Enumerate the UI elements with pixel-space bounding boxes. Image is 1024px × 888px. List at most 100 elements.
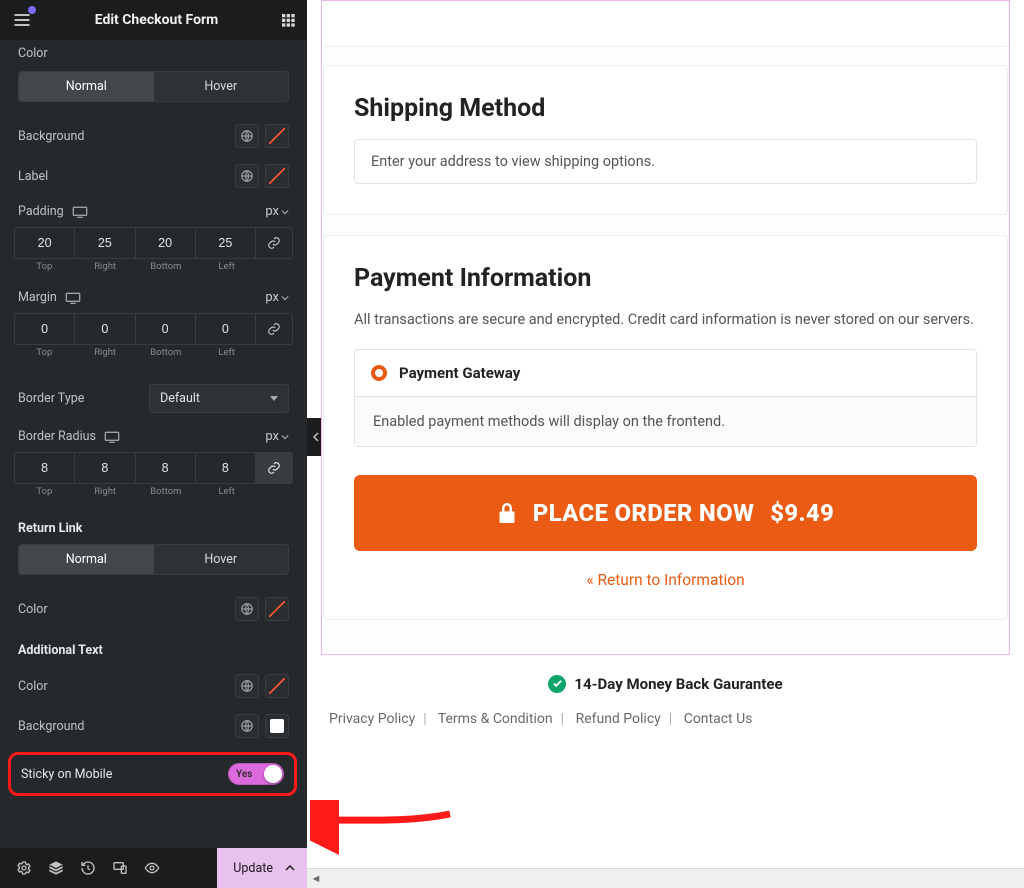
globe-icon[interactable] <box>235 597 259 621</box>
tab-normal[interactable]: Normal <box>19 545 154 574</box>
return-link-heading: Return Link <box>0 507 307 544</box>
border-type-select[interactable]: Default <box>149 384 289 413</box>
editor-panel: Edit Checkout Form Color Normal Hover Ba… <box>0 0 307 888</box>
guarantee-line: 14-Day Money Back Gaurantee <box>307 675 1024 693</box>
notification-dot <box>28 6 36 14</box>
panel-body[interactable]: Color Normal Hover Background Label Padd… <box>0 40 307 848</box>
link-privacy[interactable]: Privacy Policy <box>329 711 415 727</box>
radius-left-input[interactable] <box>196 453 255 483</box>
scroll-left-icon[interactable]: ◄ <box>307 872 325 885</box>
padding-link-toggle[interactable] <box>256 228 292 258</box>
place-order-button[interactable]: PLACE ORDER NOW $9.49 <box>354 475 977 551</box>
color-picker-button[interactable] <box>265 164 289 188</box>
panel-title: Edit Checkout Form <box>95 12 219 28</box>
payment-gateway-label: Payment Gateway <box>399 364 520 382</box>
history-icon[interactable] <box>72 848 104 888</box>
radius-bottom-input[interactable] <box>136 453 195 483</box>
margin-left-input[interactable] <box>196 314 255 344</box>
panel-header: Edit Checkout Form <box>0 0 307 40</box>
payment-title: Payment Information <box>354 264 977 293</box>
caret-down-icon <box>270 396 278 401</box>
margin-bottom-input[interactable] <box>136 314 195 344</box>
menu-icon[interactable] <box>10 8 34 32</box>
no-color-icon <box>267 676 287 696</box>
globe-icon[interactable] <box>235 124 259 148</box>
return-color-row: Color <box>0 589 307 629</box>
border-type-value: Default <box>160 391 200 406</box>
color-picker-button[interactable] <box>265 674 289 698</box>
state-tabs-button: Normal Hover <box>18 71 289 102</box>
radius-right-input[interactable] <box>75 453 134 483</box>
margin-dir-labels: TopRightBottomLeft <box>14 347 293 358</box>
background-row: Background <box>0 116 307 156</box>
check-circle-icon <box>548 675 566 693</box>
padding-bottom-input[interactable] <box>136 228 195 258</box>
preview-scroll[interactable]: Shipping Method Enter your address to vi… <box>307 0 1024 858</box>
sticky-toggle[interactable]: Yes <box>228 763 284 785</box>
state-tabs-return-link: Normal Hover <box>18 544 289 575</box>
sticky-on-mobile-row: Sticky on Mobile Yes <box>8 752 297 796</box>
border-radius-header: Border Radius px <box>0 421 307 452</box>
border-type-row: Border Type Default <box>0 368 307 421</box>
globe-icon[interactable] <box>235 714 259 738</box>
globe-icon[interactable] <box>235 164 259 188</box>
label-row: Label <box>0 156 307 196</box>
horizontal-scrollbar[interactable]: ◄ <box>307 868 1024 888</box>
apps-icon[interactable] <box>279 11 297 29</box>
navigator-icon[interactable] <box>40 848 72 888</box>
additional-bg-label: Background <box>18 719 84 734</box>
payment-card: Payment Information All transactions are… <box>323 235 1008 620</box>
padding-top-input[interactable] <box>15 228 74 258</box>
radius-link-toggle[interactable] <box>256 453 292 483</box>
responsive-icon[interactable] <box>65 292 81 304</box>
color-picker-button[interactable] <box>265 597 289 621</box>
padding-grid <box>14 227 293 259</box>
link-refund[interactable]: Refund Policy <box>576 711 661 727</box>
preview-area: Shipping Method Enter your address to vi… <box>307 0 1024 888</box>
link-terms[interactable]: Terms & Condition <box>438 711 553 727</box>
update-button[interactable]: Update <box>217 848 307 888</box>
tab-normal[interactable]: Normal <box>19 72 154 101</box>
padding-dir-labels: TopRightBottomLeft <box>14 261 293 272</box>
radius-top-input[interactable] <box>15 453 74 483</box>
settings-icon[interactable] <box>8 848 40 888</box>
link-contact[interactable]: Contact Us <box>684 711 753 727</box>
widget-outline[interactable]: Shipping Method Enter your address to vi… <box>321 0 1010 655</box>
responsive-icon[interactable] <box>72 206 88 218</box>
toggle-knob <box>264 765 282 783</box>
shipping-hint-box: Enter your address to view shipping opti… <box>354 139 977 184</box>
margin-link-toggle[interactable] <box>256 314 292 344</box>
color-section-label: Color <box>0 40 307 71</box>
sticky-label: Sticky on Mobile <box>21 767 112 782</box>
margin-unit-select[interactable]: px <box>265 290 289 305</box>
payment-gateway-row[interactable]: Payment Gateway <box>355 350 976 397</box>
margin-top-input[interactable] <box>15 314 74 344</box>
padding-left-input[interactable] <box>196 228 255 258</box>
color-picker-button[interactable] <box>265 124 289 148</box>
border-type-label: Border Type <box>18 391 84 406</box>
tab-hover[interactable]: Hover <box>154 72 289 101</box>
globe-icon[interactable] <box>235 674 259 698</box>
padding-unit-select[interactable]: px <box>265 204 289 219</box>
color-swatch-white[interactable] <box>265 714 289 738</box>
chevron-up-icon <box>285 863 295 873</box>
payment-note: Enabled payment methods will display on … <box>355 397 976 446</box>
border-radius-unit-select[interactable]: px <box>265 429 289 444</box>
padding-unit-text: px <box>265 204 279 219</box>
border-radius-unit-text: px <box>265 429 279 444</box>
responsive-icon[interactable] <box>104 431 120 443</box>
responsive-mode-icon[interactable] <box>104 848 136 888</box>
guarantee-text: 14-Day Money Back Gaurantee <box>574 675 782 693</box>
margin-label: Margin <box>18 290 57 305</box>
tab-hover[interactable]: Hover <box>154 545 289 574</box>
place-order-label: PLACE ORDER NOW <box>533 499 754 527</box>
padding-right-input[interactable] <box>75 228 134 258</box>
no-color-icon <box>267 599 287 619</box>
preview-icon[interactable] <box>136 848 168 888</box>
radius-dir-labels: TopRightBottomLeft <box>14 486 293 497</box>
radio-selected-icon <box>371 365 387 381</box>
shipping-card: Shipping Method Enter your address to vi… <box>323 65 1008 215</box>
border-radius-label: Border Radius <box>18 429 96 444</box>
margin-right-input[interactable] <box>75 314 134 344</box>
return-link[interactable]: « Return to Information <box>354 571 977 589</box>
